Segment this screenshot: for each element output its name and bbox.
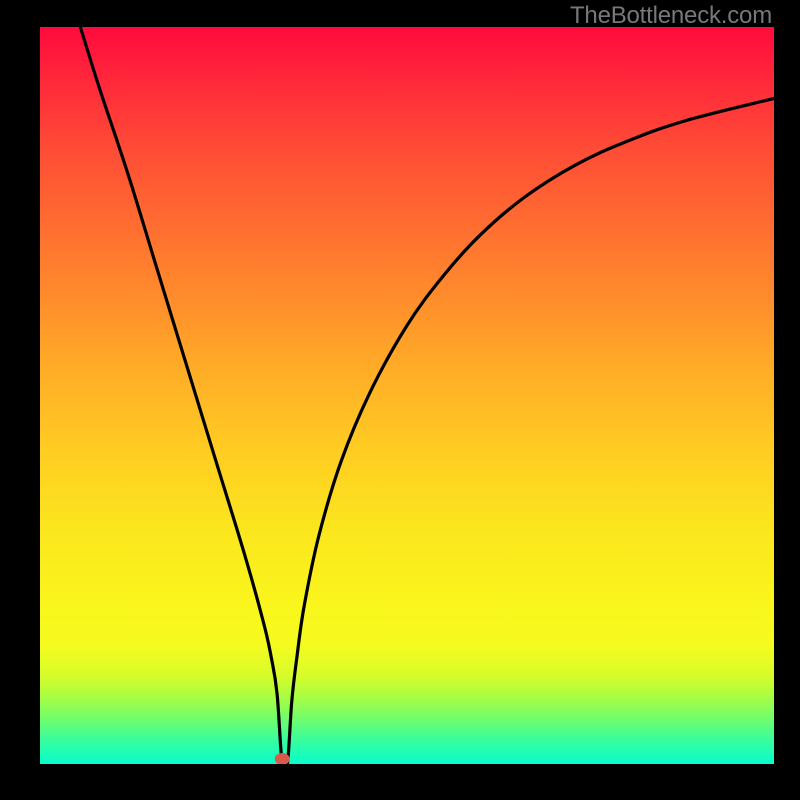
- plot-area: [40, 27, 774, 764]
- chart-svg: [40, 27, 774, 764]
- curve-line: [80, 27, 774, 764]
- chart-frame: TheBottleneck.com: [0, 0, 800, 800]
- watermark-text: TheBottleneck.com: [570, 2, 772, 30]
